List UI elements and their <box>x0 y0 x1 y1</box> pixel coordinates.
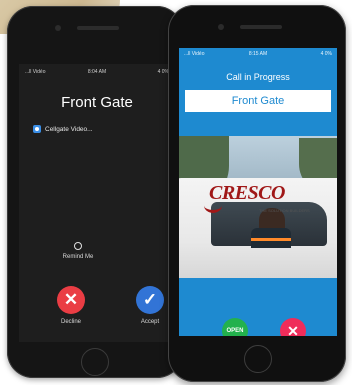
end-call-button[interactable]: ✕ <box>280 318 306 336</box>
vest-stripe <box>251 238 291 241</box>
app-notification-label: Cellgate Video... <box>45 125 93 133</box>
close-x-icon: ✕ <box>63 290 79 309</box>
app-notification: Cellgate Video... <box>33 125 93 133</box>
gate-name-bar: Front Gate <box>185 90 331 112</box>
phone-incoming-call: ...ll Vidéo 8:04 AM 4 0% Front Gate Cell… <box>7 6 183 378</box>
status-battery: 4 0% <box>320 51 332 57</box>
check-icon: ✓ <box>142 290 158 309</box>
incoming-call-screen: ...ll Vidéo 8:04 AM 4 0% Front Gate Cell… <box>19 64 175 342</box>
home-button[interactable] <box>81 348 109 376</box>
caller-title: Front Gate <box>61 94 133 111</box>
brand-tagline: THE SOLUTION BUILDERS <box>259 208 310 213</box>
open-label: OPEN <box>226 328 244 334</box>
phone-call-in-progress: ...ll Vidéo 8:15 AM 4 0% Call in Progres… <box>168 5 346 382</box>
front-camera <box>55 25 61 31</box>
status-time: 8:04 AM <box>87 69 107 75</box>
status-bar: ...ll Vidéo 8:04 AM 4 0% <box>19 69 175 79</box>
cellgate-app-icon <box>33 125 41 133</box>
remind-me-button[interactable]: Remind Me <box>53 242 103 260</box>
call-status-heading: Call in Progress <box>226 72 290 82</box>
video-feed <box>179 136 337 278</box>
decline-label: Decline <box>60 319 81 325</box>
earpiece-speaker <box>77 26 119 30</box>
front-camera <box>218 24 224 30</box>
decline-button[interactable]: ✕ <box>57 286 85 314</box>
status-bar: ...ll Vidéo 8:15 AM 4 0% <box>179 51 337 61</box>
close-x-icon: ✕ <box>287 322 299 337</box>
open-gate-button[interactable]: OPEN <box>222 318 248 336</box>
alarm-clock-icon <box>74 242 82 250</box>
brand-swoosh <box>204 198 222 213</box>
call-in-progress-screen: ...ll Vidéo 8:15 AM 4 0% Call in Progres… <box>179 48 337 336</box>
earpiece-speaker <box>240 25 282 29</box>
remind-me-label: Remind Me <box>62 254 94 260</box>
status-time: 8:15 AM <box>248 51 268 57</box>
home-button[interactable] <box>244 345 272 373</box>
accept-button[interactable]: ✓ <box>136 286 164 314</box>
